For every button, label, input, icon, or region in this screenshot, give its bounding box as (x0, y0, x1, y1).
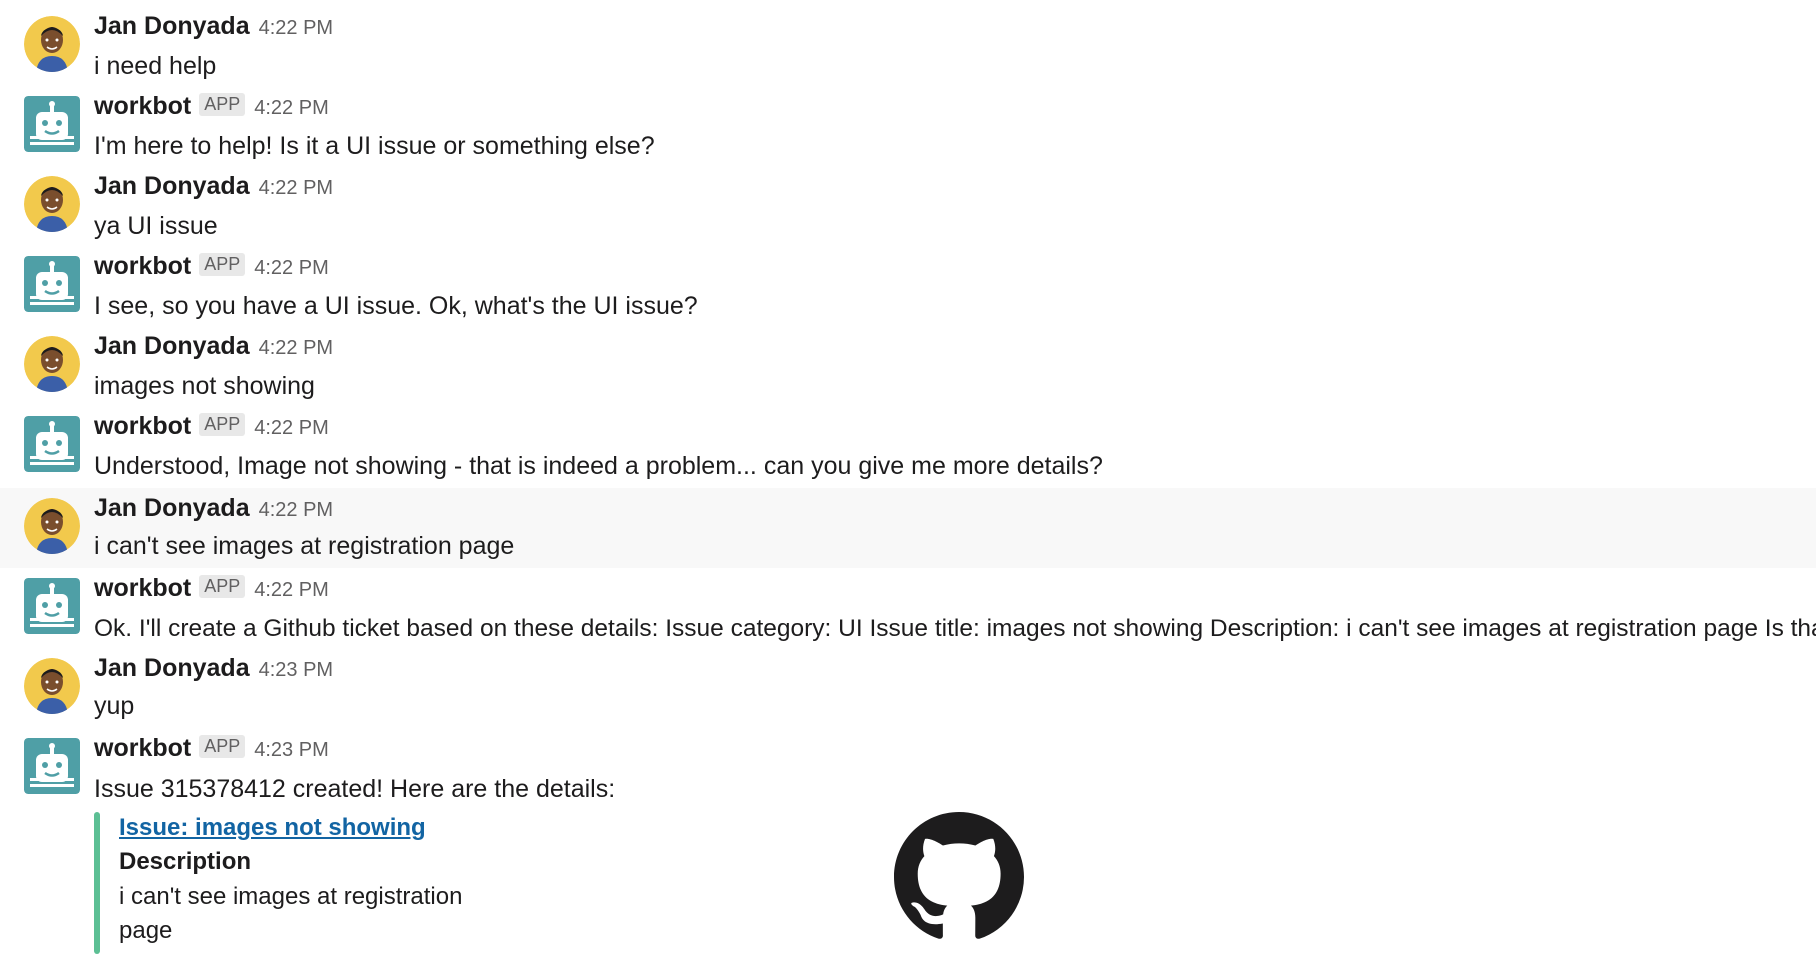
author-name[interactable]: Jan Donyada (94, 332, 250, 361)
message-text: i can't see images at registration page (94, 532, 515, 560)
bot-avatar[interactable] (24, 256, 80, 312)
message: workbot APP 4:22 PM I'm here to help! Is… (0, 80, 1816, 160)
message-header: Jan Donyada 4:22 PM (94, 12, 333, 46)
message-header: workbot APP 4:22 PM (94, 252, 329, 286)
timestamp[interactable]: 4:22 PM (254, 417, 328, 440)
user-avatar[interactable] (24, 176, 80, 232)
message-text: I see, so you have a UI issue. Ok, what'… (94, 292, 698, 320)
author-name[interactable]: Jan Donyada (94, 494, 250, 523)
message-text: i need help (94, 52, 217, 80)
message: workbot APP 4:22 PM Ok. I'll create a Gi… (0, 568, 1816, 648)
user-avatar[interactable] (24, 498, 80, 554)
app-badge: APP (199, 735, 246, 758)
author-name[interactable]: Jan Donyada (94, 12, 250, 41)
message: workbot APP 4:22 PM Understood, Image no… (0, 400, 1816, 480)
author-name[interactable]: workbot (94, 92, 191, 121)
message: Jan Donyada 4:22 PM i need help (0, 0, 1816, 80)
timestamp[interactable]: 4:23 PM (259, 659, 333, 682)
timestamp[interactable]: 4:23 PM (254, 739, 328, 762)
message-highlighted: Jan Donyada 4:22 PM i can't see images a… (0, 488, 1816, 568)
bot-avatar[interactable] (24, 738, 80, 794)
bot-avatar[interactable] (24, 416, 80, 472)
author-name[interactable]: workbot (94, 734, 191, 763)
author-name[interactable]: workbot (94, 574, 191, 603)
message-header: workbot APP 4:23 PM (94, 734, 329, 768)
user-avatar[interactable] (24, 16, 80, 72)
timestamp[interactable]: 4:22 PM (254, 257, 328, 280)
author-name[interactable]: Jan Donyada (94, 654, 250, 683)
app-badge: APP (199, 253, 246, 276)
message-text: Ok. I'll create a Github ticket based on… (94, 615, 1816, 642)
attachment-accent-bar (94, 812, 100, 954)
message-header: Jan Donyada 4:23 PM (94, 654, 333, 688)
message-header: workbot APP 4:22 PM (94, 574, 329, 608)
author-name[interactable]: Jan Donyada (94, 172, 250, 201)
message-header: Jan Donyada 4:22 PM (94, 494, 333, 528)
message-header: Jan Donyada 4:22 PM (94, 172, 333, 206)
author-name[interactable]: workbot (94, 252, 191, 281)
github-icon (894, 812, 1024, 942)
timestamp[interactable]: 4:22 PM (259, 17, 333, 40)
user-avatar[interactable] (24, 658, 80, 714)
issue-attachment: Issue: images not showing Description i … (94, 812, 1054, 956)
timestamp[interactable]: 4:22 PM (259, 337, 333, 360)
message: Jan Donyada 4:22 PM images not showing (0, 320, 1816, 400)
user-avatar[interactable] (24, 336, 80, 392)
message-text: Issue 315378412 created! Here are the de… (94, 775, 616, 803)
message: workbot APP 4:22 PM I see, so you have a… (0, 240, 1816, 320)
bot-avatar[interactable] (24, 96, 80, 152)
attachment-field-value: i can't see images at registration page (119, 883, 463, 944)
timestamp[interactable]: 4:22 PM (259, 177, 333, 200)
message-text: Understood, Image not showing - that is … (94, 452, 1103, 480)
message: Jan Donyada 4:23 PM yup (0, 648, 1816, 728)
author-name[interactable]: workbot (94, 412, 191, 441)
bot-avatar[interactable] (24, 578, 80, 634)
timestamp[interactable]: 4:22 PM (254, 579, 328, 602)
app-badge: APP (199, 413, 246, 436)
timestamp[interactable]: 4:22 PM (259, 499, 333, 522)
message-text: I'm here to help! Is it a UI issue or so… (94, 132, 655, 160)
app-badge: APP (199, 93, 246, 116)
attachment-field-title: Description (119, 848, 252, 875)
message-header: workbot APP 4:22 PM (94, 92, 329, 126)
issue-link[interactable]: Issue: images not showing (119, 814, 426, 842)
app-badge: APP (199, 575, 246, 598)
message: Jan Donyada 4:22 PM ya UI issue (0, 160, 1816, 240)
message-text: ya UI issue (94, 212, 218, 240)
message-text: images not showing (94, 372, 315, 400)
timestamp[interactable]: 4:22 PM (254, 97, 328, 120)
message-header: workbot APP 4:22 PM (94, 412, 329, 446)
message-header: Jan Donyada 4:22 PM (94, 332, 333, 366)
message-text: yup (94, 692, 135, 720)
